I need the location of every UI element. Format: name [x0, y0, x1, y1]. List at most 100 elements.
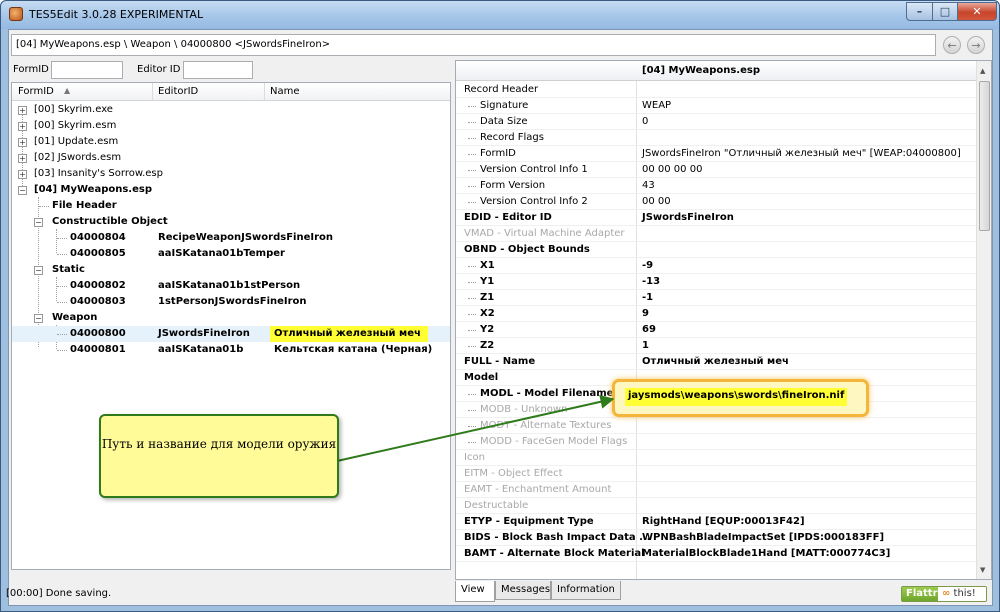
view-row[interactable]: Destructable: [456, 498, 976, 514]
view-row-key: Z2: [480, 340, 495, 351]
view-row[interactable]: X2 9: [456, 306, 976, 322]
vertical-scrollbar[interactable]: ▲ ▼: [976, 61, 991, 579]
tree-group-row[interactable]: − Weapon: [12, 310, 450, 326]
formid-filter-input[interactable]: [51, 61, 123, 79]
scrollbar-thumb[interactable]: [979, 81, 990, 231]
forward-icon[interactable]: →: [967, 36, 985, 54]
col-name[interactable]: Name: [270, 86, 300, 97]
view-row-value: 00 00 00 00: [642, 164, 703, 175]
view-row[interactable]: FULL - Name Отличный железный меч: [456, 354, 976, 370]
tree-file-row[interactable]: + [01] Update.esm: [12, 134, 450, 150]
view-row-key: ETYP - Equipment Type: [464, 516, 594, 527]
view-row[interactable]: Data Size 0: [456, 114, 976, 130]
view-row-key: Signature: [480, 100, 529, 111]
title-bar[interactable]: TES5Edit 3.0.28 EXPERIMENTAL – □ ✕: [1, 1, 999, 29]
view-row[interactable]: BIDS - Block Bash Impact Data ... WPNBash…: [456, 530, 976, 546]
model-filename-value: jaysmods\weapons\swords\fineIron.nif: [625, 388, 848, 406]
tree-file-row-open[interactable]: − [04] MyWeapons.esp: [12, 182, 450, 198]
view-row[interactable]: Y1 -13: [456, 274, 976, 290]
view-column-title: [04] MyWeapons.esp: [642, 65, 761, 76]
view-row[interactable]: Record Flags: [456, 130, 976, 146]
view-row[interactable]: Z2 1: [456, 338, 976, 354]
flattr-mark-icon: ∞: [942, 588, 951, 599]
maximize-button[interactable]: □: [932, 2, 958, 21]
tree-file-header[interactable]: File Header: [12, 198, 450, 214]
expand-icon[interactable]: +: [18, 138, 27, 147]
view-row-value: 9: [642, 308, 649, 319]
view-row[interactable]: Version Control Info 2 00 00: [456, 194, 976, 210]
view-row-value: Отличный железный меч: [642, 356, 789, 367]
tree-file-row[interactable]: + [03] Insanity's Sorrow.esp: [12, 166, 450, 182]
view-row[interactable]: VMAD - Virtual Machine Adapter: [456, 226, 976, 242]
view-row[interactable]: Signature WEAP: [456, 98, 976, 114]
collapse-icon[interactable]: −: [34, 266, 43, 275]
collapse-icon[interactable]: −: [34, 314, 43, 323]
tree-group-row[interactable]: − Static: [12, 262, 450, 278]
view-row-key: MODL - Model Filename: [480, 388, 614, 399]
model-filename-highlight: jaysmods\weapons\swords\fineIron.nif: [612, 379, 869, 417]
view-row-value: -9: [642, 260, 654, 271]
view-row-key: OBND - Object Bounds: [464, 244, 590, 255]
col-editorid[interactable]: EditorID: [158, 86, 198, 97]
tab-view[interactable]: View: [455, 581, 495, 602]
view-row[interactable]: ETYP - Equipment Type RightHand [EQUP:000…: [456, 514, 976, 530]
view-row[interactable]: OBND - Object Bounds: [456, 242, 976, 258]
view-row[interactable]: Form Version 43: [456, 178, 976, 194]
view-row-key: FormID: [480, 148, 516, 159]
view-row[interactable]: Y2 69: [456, 322, 976, 338]
sort-ascending-icon: ▲: [64, 86, 71, 95]
view-row-key: Destructable: [464, 500, 529, 511]
scroll-up-icon[interactable]: ▲: [980, 67, 985, 75]
expand-icon[interactable]: +: [18, 170, 27, 179]
close-button[interactable]: ✕: [957, 2, 997, 21]
view-row[interactable]: EITM - Object Effect: [456, 466, 976, 482]
view-column-header: [04] MyWeapons.esp: [456, 61, 976, 81]
expand-icon[interactable]: +: [18, 106, 27, 115]
tree-record-row[interactable]: 04000802 aaISKatana01b1stPerson: [12, 278, 450, 294]
view-row-value: MaterialBlockBlade1Hand [MATT:000774C3]: [642, 548, 891, 559]
window-title: TES5Edit 3.0.28 EXPERIMENTAL: [29, 8, 204, 21]
app-window: TES5Edit 3.0.28 EXPERIMENTAL – □ ✕ [04] …: [0, 0, 1000, 612]
view-row-key: VMAD - Virtual Machine Adapter: [464, 228, 625, 239]
tree-group-row[interactable]: − Constructible Object: [12, 214, 450, 230]
view-row-key: Record Header: [464, 84, 539, 95]
flattr-this: ∞ this!: [942, 588, 976, 599]
tree-record-row-selected[interactable]: 04000800 JSwordsFineIron Отличный железн…: [12, 326, 450, 342]
expand-icon[interactable]: +: [18, 122, 27, 131]
tree-file-row[interactable]: + [02] JSwords.esm: [12, 150, 450, 166]
record-view[interactable]: [04] MyWeapons.esp Record Header Signatur…: [455, 60, 992, 580]
view-row[interactable]: MODT - Alternate Textures: [456, 418, 976, 434]
tree-record-row[interactable]: 04000801 aaISKatana01b Кельтская катана …: [12, 342, 450, 358]
view-row[interactable]: BAMT - Alternate Block Material MaterialB…: [456, 546, 976, 562]
view-row[interactable]: X1 -9: [456, 258, 976, 274]
collapse-icon[interactable]: −: [18, 186, 27, 195]
view-row[interactable]: MODD - FaceGen Model Flags: [456, 434, 976, 450]
view-row[interactable]: FormID JSwordsFineIron "Отличный железный…: [456, 146, 976, 162]
tree-file-row[interactable]: + [00] Skyrim.esm: [12, 118, 450, 134]
flattr-label: Flattr: [902, 587, 938, 601]
tree-record-row[interactable]: 04000804 RecipeWeaponJSwordsFineIron: [12, 230, 450, 246]
minimize-button[interactable]: –: [906, 2, 933, 21]
tree-record-row[interactable]: 04000803 1stPersonJSwordsFineIron: [12, 294, 450, 310]
view-row-key: X2: [480, 308, 495, 319]
editorid-filter-input[interactable]: [183, 61, 253, 79]
expand-icon[interactable]: +: [18, 154, 27, 163]
tree-header: FormID ▲ EditorID Name: [12, 83, 450, 101]
view-row[interactable]: EAMT - Enchantment Amount: [456, 482, 976, 498]
tab-information[interactable]: Information: [551, 581, 621, 600]
view-row[interactable]: Icon: [456, 450, 976, 466]
view-row[interactable]: Z1 -1: [456, 290, 976, 306]
scroll-down-icon[interactable]: ▼: [980, 566, 985, 574]
view-row-key: Version Control Info 2: [480, 196, 588, 207]
view-row[interactable]: Version Control Info 1 00 00 00 00: [456, 162, 976, 178]
tree-file-row[interactable]: + [00] Skyrim.exe: [12, 102, 450, 118]
flattr-button[interactable]: Flattr ∞ this!: [901, 586, 987, 602]
tab-messages[interactable]: Messages: [495, 581, 551, 600]
view-row-key: MODD - FaceGen Model Flags: [480, 436, 628, 447]
col-formid[interactable]: FormID: [18, 86, 54, 97]
back-icon[interactable]: ←: [943, 36, 961, 54]
view-row[interactable]: EDID - Editor ID JSwordsFineIron: [456, 210, 976, 226]
view-row[interactable]: Record Header: [456, 82, 976, 98]
tree-record-row[interactable]: 04000805 aaISKatana01bTemper: [12, 246, 450, 262]
collapse-icon[interactable]: −: [34, 218, 43, 227]
